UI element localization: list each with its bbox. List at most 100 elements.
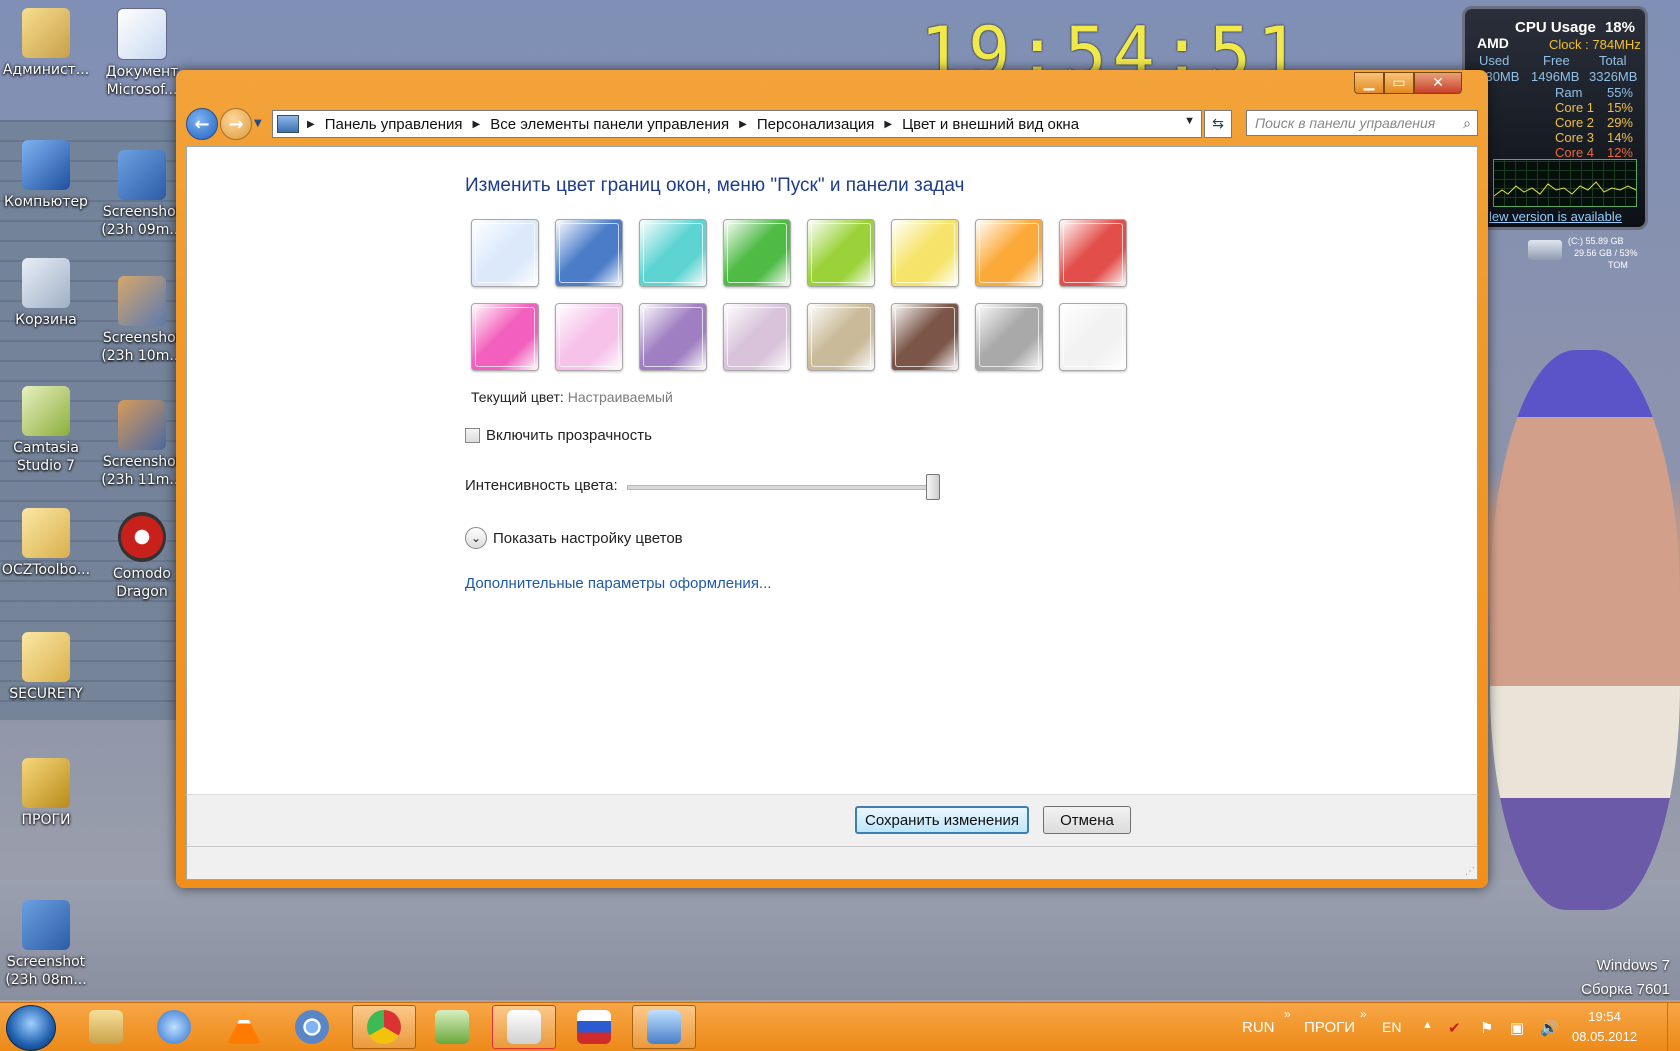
gadget-row-value: 55% [1606, 85, 1633, 100]
breadcrumb-item[interactable]: Панель управления [325, 116, 463, 133]
close-icon: ✕ [1432, 75, 1444, 91]
transparency-checkbox[interactable]: Включить прозрачность [465, 427, 652, 444]
taskbar-lightning-app[interactable] [142, 1005, 206, 1049]
desktop-icon-ocz[interactable]: OCZToolbo... [0, 508, 92, 579]
tray-date: 08.05.2012 [1572, 1029, 1638, 1044]
show-color-mixer-toggle[interactable]: ⌄ Показать настройку цветов [465, 527, 683, 549]
desktop-icon-comodo[interactable]: Comodo Dragon [96, 512, 188, 601]
desktop-icon-admin[interactable]: Админист... [0, 8, 92, 79]
color-swatch[interactable] [471, 219, 539, 287]
image-file-icon [118, 150, 166, 200]
show-hidden-icons-icon[interactable]: ▲ [1422, 1019, 1433, 1031]
desktop-icon-securety[interactable]: SECURETY [0, 632, 92, 703]
taskbar-control-panel[interactable] [632, 1005, 696, 1049]
color-swatch[interactable] [723, 303, 791, 371]
chevron-down-icon[interactable]: ⌄ [465, 527, 487, 549]
close-button[interactable]: ✕ [1414, 72, 1462, 94]
desktop-icon-camtasia[interactable]: Camtasia Studio 7 [0, 386, 92, 475]
color-swatch[interactable] [471, 303, 539, 371]
gadget-mem-value: 3326MB [1589, 69, 1638, 84]
color-swatch[interactable] [639, 303, 707, 371]
color-swatch[interactable] [723, 219, 791, 287]
desktop-icon-label: Screenshot (23h 10m... [101, 330, 183, 364]
breadcrumb-separator-icon[interactable]: ▶ [739, 119, 747, 130]
save-changes-button[interactable]: Сохранить изменения [855, 806, 1029, 834]
start-button[interactable] [6, 1005, 56, 1051]
refresh-button[interactable]: ⇆ [1204, 110, 1232, 138]
control-panel-window: ▁ ▭ ✕ ← → ▼ ▶ Панель управления ▶ Все эл… [176, 70, 1488, 888]
color-swatch[interactable] [975, 219, 1043, 287]
action-center-flag-icon[interactable]: ⚑ [1480, 1019, 1493, 1037]
breadcrumb-separator-icon[interactable]: ▶ [884, 119, 892, 130]
color-swatch[interactable] [555, 303, 623, 371]
volume-icon[interactable]: 🔊 [1540, 1019, 1559, 1037]
taskbar-app-flag[interactable] [562, 1005, 626, 1049]
network-icon[interactable]: ▣ [1510, 1019, 1524, 1037]
search-icon[interactable]: ⌕ [1463, 115, 1471, 132]
address-dropdown-icon[interactable]: ▼ [1184, 115, 1195, 127]
back-button[interactable]: ← [186, 108, 218, 140]
cancel-button[interactable]: Отмена [1043, 806, 1131, 834]
minimize-icon: ▁ [1363, 75, 1375, 91]
swatch-highlight [979, 223, 1039, 283]
intensity-slider-thumb[interactable] [926, 474, 940, 500]
address-bar[interactable]: ▶ Панель управления ▶ Все элементы панел… [272, 110, 1202, 138]
color-swatch[interactable] [807, 303, 875, 371]
forward-button[interactable]: → [220, 108, 252, 140]
minimize-button[interactable]: ▁ [1354, 72, 1384, 94]
tray-toolbar-run[interactable]: RUN [1242, 1019, 1275, 1036]
windows-build-line: Сборка 7601 [1581, 981, 1670, 998]
advanced-appearance-link[interactable]: Дополнительные параметры оформления... [465, 575, 771, 592]
color-swatch[interactable] [1059, 303, 1127, 371]
search-input[interactable]: Поиск в панели управления ⌕ [1246, 110, 1478, 136]
taskbar-snipping-tool[interactable] [492, 1005, 556, 1049]
taskbar-explorer[interactable] [74, 1005, 138, 1049]
color-swatch[interactable] [891, 303, 959, 371]
tray-clock[interactable]: 19:54 08.05.2012 [1572, 1007, 1637, 1047]
antivirus-tray-icon[interactable]: ✔ [1448, 1019, 1461, 1037]
desktop-icon-word-doc[interactable]: Документ Microsof... [96, 8, 188, 99]
taskbar-notepad[interactable] [420, 1005, 484, 1049]
color-swatch[interactable] [639, 219, 707, 287]
maximize-button[interactable]: ▭ [1384, 72, 1414, 94]
desktop-icon-recycle-bin[interactable]: Корзина [0, 258, 92, 329]
tray-chevron-icon[interactable]: » [1284, 1007, 1291, 1021]
recent-pages-dropdown[interactable]: ▼ [254, 118, 262, 129]
desktop-icon-progi[interactable]: ПРОГИ [0, 758, 92, 829]
resize-grip-icon[interactable]: ⋰ [1465, 866, 1475, 877]
color-swatch[interactable] [891, 219, 959, 287]
breadcrumb-item[interactable]: Персонализация [757, 116, 875, 133]
breadcrumb-item[interactable]: Цвет и внешний вид окна [902, 116, 1079, 133]
language-indicator[interactable]: EN [1382, 1019, 1401, 1035]
desktop-icon-computer[interactable]: Компьютер [0, 140, 92, 211]
swatch-highlight [979, 307, 1039, 367]
tray-toolbar-progi[interactable]: ПРОГИ [1304, 1019, 1355, 1036]
show-color-mixer-label: Показать настройку цветов [493, 529, 683, 547]
taskbar-chromium[interactable] [280, 1005, 344, 1049]
color-swatch[interactable] [975, 303, 1043, 371]
checkbox-box[interactable] [465, 428, 480, 443]
breadcrumb-item[interactable]: Все элементы панели управления [490, 116, 729, 133]
taskbar-chrome[interactable] [352, 1005, 416, 1049]
desktop-icon-screenshot-2[interactable]: Screenshot (23h 10m... [96, 276, 188, 365]
breadcrumb-separator-icon[interactable]: ▶ [307, 119, 315, 130]
desktop-icon-screenshot-3[interactable]: Screenshot (23h 11m... [96, 400, 188, 489]
maximize-icon: ▭ [1392, 75, 1406, 91]
gadget-update-link[interactable]: lew version is available [1489, 209, 1622, 224]
current-color-value: Настраиваемый [567, 389, 673, 405]
desktop-icon-screenshot-1[interactable]: Screenshot (23h 09m... [96, 150, 188, 239]
intensity-slider[interactable] [627, 474, 940, 500]
taskbar-vlc[interactable] [212, 1005, 276, 1049]
cpu-usage-gadget[interactable]: CPU Usage 18% AMD Clock : 784MHz Used Fr… [1462, 6, 1648, 230]
desktop-icon-screenshot-4[interactable]: Screenshot (23h 08m... [0, 900, 92, 989]
show-desktop-button[interactable] [1667, 1003, 1680, 1051]
scissors-icon [507, 1010, 541, 1044]
color-swatch[interactable] [555, 219, 623, 287]
camtasia-icon [22, 386, 70, 436]
color-swatch[interactable] [807, 219, 875, 287]
color-swatch[interactable] [1059, 219, 1127, 287]
breadcrumb-separator-icon[interactable]: ▶ [473, 119, 481, 130]
gadget-row-label: Ram [1555, 85, 1583, 100]
swatch-highlight [643, 307, 703, 367]
tray-chevron-icon[interactable]: » [1360, 1007, 1367, 1021]
